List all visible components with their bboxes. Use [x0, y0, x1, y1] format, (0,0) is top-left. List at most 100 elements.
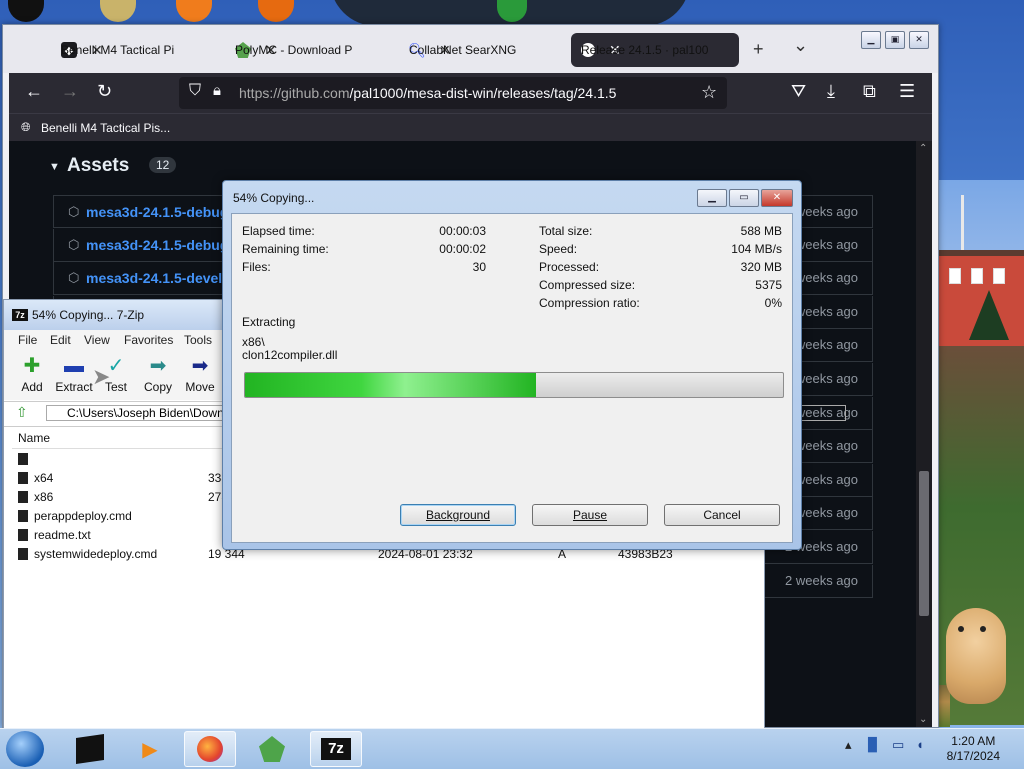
pocket-icon[interactable]: ⛛: [791, 81, 806, 102]
package-icon: ⬡: [68, 204, 80, 219]
close-window-button[interactable]: ✕: [909, 31, 929, 49]
menu-icon[interactable]: ☰: [899, 81, 915, 102]
asset-link[interactable]: mesa3d-24.1.5-debug-: [86, 204, 233, 220]
extract-button[interactable]: ▬ Extract: [52, 354, 96, 394]
asset-date: 2 weeks ago: [785, 572, 858, 588]
new-tab-button[interactable]: +: [753, 39, 764, 60]
taskbar-firefox[interactable]: [184, 731, 236, 767]
start-button[interactable]: [6, 731, 44, 767]
move-button[interactable]: ➡ Move: [178, 354, 222, 394]
tracking-shield-icon[interactable]: ⛉: [189, 82, 201, 100]
cancel-button[interactable]: Cancel: [664, 504, 780, 526]
taskbar-polymc[interactable]: [246, 731, 298, 767]
scroll-thumb[interactable]: [919, 471, 929, 616]
taskbar-media-player[interactable]: ▶: [124, 731, 176, 767]
minimize-button[interactable]: ▁: [861, 31, 881, 49]
processed-label: Processed:: [539, 260, 600, 274]
move-icon: ➡: [191, 355, 209, 377]
reload-icon[interactable]: ↻: [97, 81, 112, 102]
pause-button-label: Pause: [572, 508, 608, 522]
cancel-button-label: Cancel: [703, 508, 741, 522]
lock-icon[interactable]: 🔒︎: [213, 82, 221, 99]
tab-github-release[interactable]: Release 24.1.5 · pal100 ✕: [571, 33, 739, 67]
forward-icon[interactable]: →: [61, 81, 79, 102]
tab-label: CollabNet SearXNG: [409, 43, 517, 57]
compressed-size-label: Compressed size:: [539, 278, 636, 292]
url-bar[interactable]: ⛉ 🔒︎ https://github.com/pal1000/mesa-dis…: [179, 77, 727, 109]
total-size-value: 588 MB: [740, 224, 782, 238]
firefox-icon: [197, 736, 223, 762]
desktop-icon[interactable]: [258, 0, 294, 22]
downloads-icon[interactable]: ⤓: [827, 81, 835, 102]
maximize-button[interactable]: ▣: [885, 31, 905, 49]
copy-icon: ➡: [149, 355, 167, 377]
add-label: Add: [21, 380, 43, 394]
file-name: x64: [34, 471, 54, 485]
tray-volume-icon[interactable]: ◖: [916, 737, 924, 752]
background-button[interactable]: Background: [400, 504, 516, 526]
folder-icon: [18, 491, 28, 503]
copy-label: Copy: [143, 380, 172, 394]
scroll-down-icon[interactable]: ⌄: [919, 714, 927, 725]
path-text: C:\Users\Joseph Biden\Down: [67, 406, 224, 420]
back-icon[interactable]: ←: [25, 81, 43, 102]
taskbar: ▶ 7z ▴ ▉ ▭ ◖ 1:20 AM 8/17/2024: [0, 728, 1024, 769]
file-icon: [18, 529, 28, 541]
taskbar-7zip[interactable]: 7z: [310, 731, 362, 767]
dialog-minimize-button[interactable]: ▁: [697, 189, 727, 207]
scroll-up-icon[interactable]: ⌃: [919, 143, 927, 154]
column-name[interactable]: Name: [18, 431, 50, 445]
collapse-triangle-icon[interactable]: ▼: [49, 161, 60, 173]
compression-ratio-value: 0%: [764, 296, 782, 310]
extensions-icon[interactable]: ⧉: [863, 81, 876, 102]
tab-list-button[interactable]: ⌄: [793, 35, 808, 56]
file-name: readme.txt: [34, 528, 91, 542]
speed-value: 104 MB/s: [731, 242, 782, 256]
bookmark-star-icon[interactable]: ☆: [701, 82, 717, 103]
tab-benelli[interactable]: ◆ Benelli M4 Tactical Pi ✕: [51, 33, 219, 67]
file-icon: [18, 548, 28, 560]
desktop-icon[interactable]: [100, 0, 136, 22]
globe-icon: 🌐︎: [21, 120, 31, 134]
menu-favorites[interactable]: Favorites: [124, 333, 173, 347]
progress-bar: [244, 372, 784, 398]
tab-polymc[interactable]: PolyMC - Download P ✕: [225, 33, 393, 67]
menu-edit[interactable]: Edit: [50, 333, 71, 347]
tab-label: Release 24.1.5 · pal100: [581, 43, 709, 57]
clock-date: 8/17/2024: [946, 749, 1000, 763]
asset-link[interactable]: mesa3d-24.1.5-devel-: [86, 270, 227, 286]
tray-show-hidden-icon[interactable]: ▴: [845, 737, 852, 753]
tab-searxng[interactable]: 🔍︎ CollabNet SearXNG ✕: [399, 33, 567, 67]
url-text[interactable]: https://github.com/pal1000/mesa-dist-win…: [239, 85, 616, 101]
copy-button[interactable]: ➡ Copy: [136, 354, 180, 394]
folder-icon: [18, 472, 28, 484]
page-scrollbar[interactable]: ⌃ ⌄: [916, 141, 932, 727]
taskbar-app-cube[interactable]: [64, 731, 116, 767]
asset-link[interactable]: mesa3d-24.1.5-debug-: [86, 237, 233, 253]
tray-monitor-icon[interactable]: ▭: [892, 737, 904, 753]
dialog-maximize-button[interactable]: ▭: [729, 189, 759, 207]
tray-network-icon[interactable]: ▉: [868, 737, 878, 753]
move-label: Move: [185, 380, 215, 394]
file-icon: [18, 510, 28, 522]
total-size-label: Total size:: [539, 224, 593, 238]
pause-button[interactable]: Pause: [532, 504, 648, 526]
desktop-icon[interactable]: [8, 0, 44, 22]
folder-up-icon[interactable]: ⇧: [16, 404, 28, 421]
bookmark-item[interactable]: Benelli M4 Tactical Pis...: [41, 121, 170, 135]
firefox-icon[interactable]: [176, 0, 212, 22]
remaining-label: Remaining time:: [242, 242, 329, 256]
taskbar-clock[interactable]: 1:20 AM 8/17/2024: [947, 734, 1000, 764]
menu-file[interactable]: File: [18, 333, 37, 347]
hamster-image: [946, 608, 1006, 704]
polymc-icon: [259, 736, 285, 762]
remaining-value: 00:00:02: [439, 242, 486, 256]
add-button[interactable]: ✚ Add: [10, 354, 54, 394]
copy-progress-dialog: 54% Copying... ▁ ▭ ✕ Elapsed time: 00:00…: [222, 180, 802, 550]
dialog-close-button[interactable]: ✕: [761, 189, 793, 207]
menu-view[interactable]: View: [84, 333, 110, 347]
mouse-cursor-icon: ➤: [92, 364, 111, 389]
progress-fill: [245, 373, 536, 397]
assets-heading[interactable]: Assets: [67, 155, 129, 177]
menu-tools[interactable]: Tools: [184, 333, 212, 347]
